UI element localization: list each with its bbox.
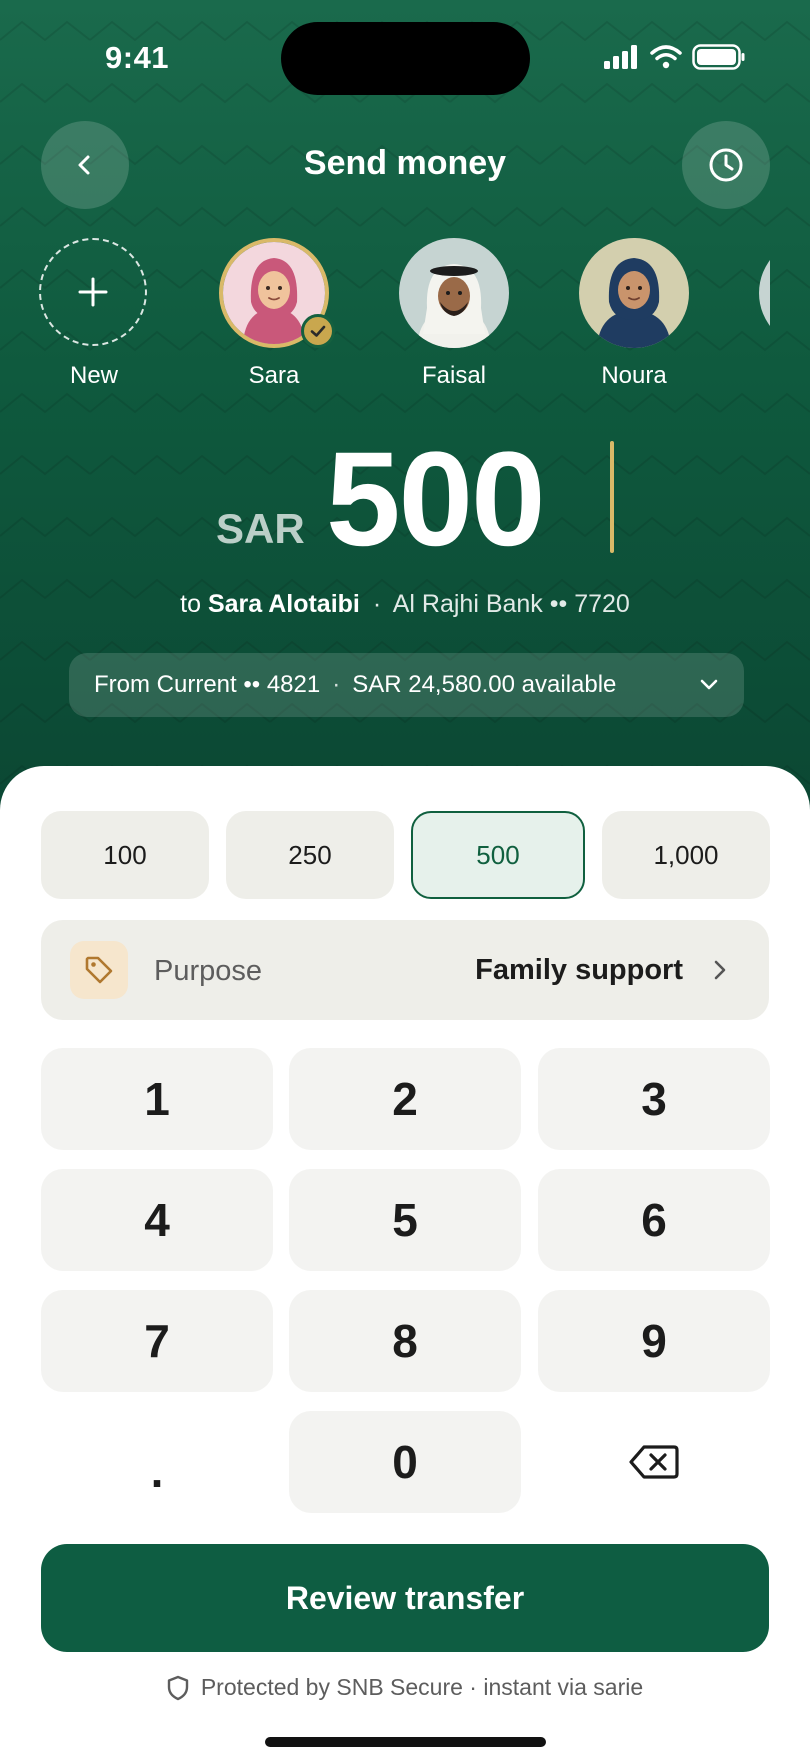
keypad-key-9[interactable]: 9 [538, 1290, 770, 1392]
recipient-new[interactable]: New [29, 238, 159, 390]
check-icon [310, 325, 326, 337]
keypad-key-1[interactable]: 1 [41, 1048, 273, 1150]
recipient-sara[interactable]: Sara [209, 238, 339, 390]
history-button[interactable] [682, 121, 770, 209]
avatar-faisal-illustration [399, 238, 509, 348]
recipient-faisal[interactable]: Faisal [389, 238, 519, 390]
source-account: From Current •• 4821 [94, 671, 321, 698]
quick-amount-100[interactable]: 100 [41, 811, 209, 899]
recipient-label: A [749, 362, 770, 390]
keypad-key-5[interactable]: 5 [289, 1169, 521, 1271]
recipient-summary: to Sara Alotaibi · Al Rajhi Bank •• 7720 [0, 590, 810, 619]
keypad-key-7[interactable]: 7 [41, 1290, 273, 1392]
bottom-sheet: 100 250 500 1,000 Purpose Family support… [0, 766, 810, 1761]
clock-icon [709, 148, 743, 182]
avatar [579, 238, 689, 348]
recipient-label: Noura [601, 362, 667, 389]
security-note-text: Protected by SNB Secure · instant via sa… [200, 1674, 644, 1700]
dynamic-island [281, 22, 530, 95]
keypad-key-decimal[interactable]: . [41, 1411, 273, 1513]
shield-icon [167, 1675, 189, 1700]
amount-display[interactable]: SAR 500 [0, 425, 810, 575]
quick-amount-500[interactable]: 500 [411, 811, 585, 899]
battery-icon [692, 44, 745, 70]
currency-code: SAR [216, 505, 305, 552]
recipient-label: Faisal [421, 362, 487, 389]
recipient-bank: Al Rajhi Bank •• 7720 [392, 590, 630, 618]
plus-icon [78, 277, 108, 307]
avatar [759, 238, 770, 348]
security-note: Protected by SNB Secure · instant via sa… [0, 1674, 810, 1701]
keypad-key-4[interactable]: 4 [41, 1169, 273, 1271]
wifi-icon [650, 45, 682, 69]
keypad-key-2[interactable]: 2 [289, 1048, 521, 1150]
text-caret [610, 441, 614, 553]
source-account-selector[interactable]: From Current •• 4821 · SAR 24,580.00 ava… [69, 653, 744, 717]
purpose-selector[interactable]: Purpose Family support [41, 920, 769, 1020]
avatar-partial-illustration [759, 238, 770, 348]
purpose-label: Purpose [154, 955, 263, 987]
purpose-value: Family support [475, 954, 683, 986]
signal-icon [604, 45, 637, 69]
recipient-carousel[interactable]: New Sara Faisal Noura [0, 238, 770, 398]
status-time: 9:41 [105, 40, 170, 75]
add-recipient-circle [39, 238, 147, 346]
separator-dot: · [332, 671, 341, 698]
chevron-down-icon [700, 679, 718, 690]
recipient-partial[interactable]: A [749, 238, 770, 390]
keypad-key-6[interactable]: 6 [538, 1169, 770, 1271]
keypad-backspace[interactable] [538, 1411, 770, 1513]
separator-dot: · [372, 590, 382, 618]
recipient-label: Sara [248, 362, 300, 389]
amount-value: 500 [326, 425, 546, 574]
recipient-prefix: to [180, 590, 202, 618]
purpose-icon-tile [70, 941, 128, 999]
quick-amount-1000[interactable]: 1,000 [602, 811, 770, 899]
tag-icon [85, 956, 113, 984]
keypad-key-8[interactable]: 8 [289, 1290, 521, 1392]
status-bar: 9:41 [0, 0, 810, 120]
avatar-noura-illustration [579, 238, 689, 348]
status-icons [604, 44, 746, 70]
keypad-key-3[interactable]: 3 [538, 1048, 770, 1150]
recipient-noura[interactable]: Noura [569, 238, 699, 390]
avatar [399, 238, 509, 348]
keypad-key-0[interactable]: 0 [289, 1411, 521, 1513]
review-transfer-button[interactable]: Review transfer [41, 1544, 769, 1652]
quick-amount-250[interactable]: 250 [226, 811, 394, 899]
backspace-icon [629, 1445, 679, 1479]
recipient-label: New [69, 362, 118, 389]
chevron-right-icon [714, 960, 726, 980]
available-balance: SAR 24,580.00 available [352, 671, 617, 698]
selected-badge [301, 314, 335, 348]
recipient-full-name: Sara Alotaibi [207, 590, 360, 618]
home-indicator [265, 1737, 546, 1747]
